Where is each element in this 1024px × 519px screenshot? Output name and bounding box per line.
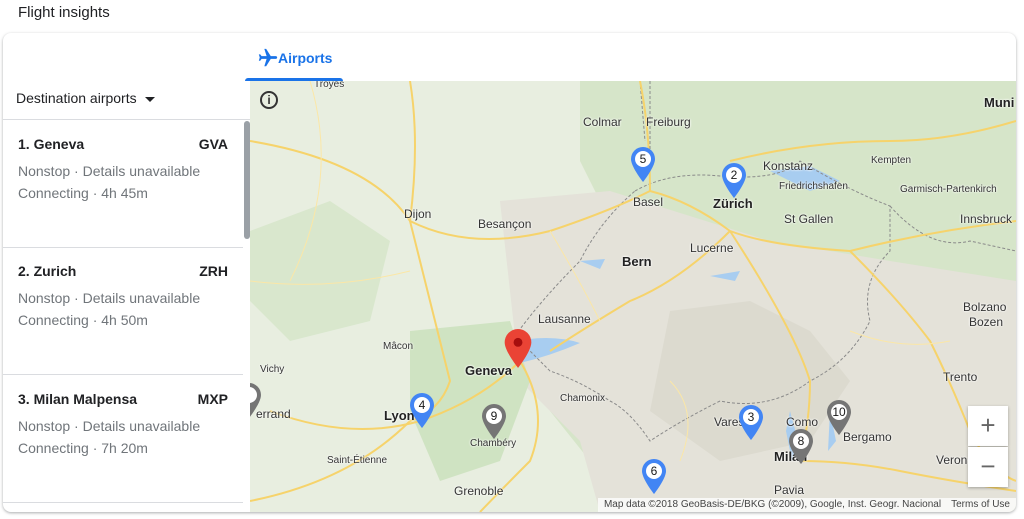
section-title: Flight insights [18,4,110,21]
place-label: Garmisch-Partenkirch [900,184,997,195]
map-marker-9[interactable]: 9 [481,404,507,440]
place-label: Friedrichshafen [779,181,848,192]
destination-name: 3. Milan Malpensa [18,391,138,407]
place-label: Bern [622,254,652,269]
map-marker-2[interactable]: 2 [721,163,747,199]
map-terrain [250,81,1016,512]
place-label: Besançon [478,217,532,231]
info-icon[interactable]: i [260,91,278,109]
destination-airports-dropdown[interactable]: Destination airports [16,90,155,106]
map-marker-6[interactable]: 6 [641,459,667,495]
destination-item-zurich[interactable]: 2. Zurich ZRH Nonstop · Details unavaila… [3,247,243,375]
place-label: Colmar [583,115,622,129]
tab-airports[interactable]: Airports [243,33,343,81]
place-label: Troyes [314,81,345,90]
attribution-text: Map data ©2018 GeoBasis-DE/BKG (©2009), … [603,499,942,510]
map-marker-5[interactable]: 5 [630,147,656,183]
nonstop-info: Nonstop · Details unavailable [18,418,201,434]
place-label: Kempten [871,155,912,166]
marker-number: 6 [650,464,658,478]
map-attribution: Map data ©2018 GeoBasis-DE/BKG (©2009), … [597,498,1016,512]
airport-code: GVA [198,136,228,152]
connecting-info: Connecting · 7h 20m [18,440,148,456]
marker-number: 4 [418,398,426,412]
place-label: Trento [943,370,978,384]
map-marker-selected-geneva[interactable] [503,329,532,368]
airport-code: ZRH [199,263,228,279]
flight-insights-card: Airports Destination airports 1. Geneva … [3,33,1016,512]
place-label: Konstanz [763,159,814,173]
map-marker-partial[interactable] [250,383,262,419]
map-marker-10[interactable]: 10 [826,400,852,436]
marker-number: 8 [797,434,805,448]
dropdown-label: Destination airports [16,90,137,106]
map-marker-8[interactable]: 8 [788,429,814,465]
destination-item-geneva[interactable]: 1. Geneva GVA Nonstop · Details unavaila… [3,120,243,248]
place-label: Freiburg [646,115,691,129]
destination-list[interactable]: 1. Geneva GVA Nonstop · Details unavaila… [3,119,250,512]
marker-number: 2 [730,168,738,182]
destination-name: 1. Geneva [18,136,85,152]
place-label: Como [786,415,819,429]
nonstop-info: Nonstop · Details unavailable [18,290,201,306]
place-label: Muni [984,95,1015,110]
caret-down-icon [144,96,155,102]
place-label: Lausanne [538,312,591,326]
tab-bar: Airports [245,33,1016,81]
nonstop-info: Nonstop · Details unavailable [18,163,201,179]
connecting-info: Connecting · 4h 45m [18,185,148,201]
map-marker-3[interactable]: 3 [738,405,764,441]
marker-number: 3 [747,410,755,424]
place-label: Dijon [404,207,432,221]
marker-number: 9 [490,409,498,423]
destination-item-milan-malpensa[interactable]: 3. Milan Malpensa MXP Nonstop · Details … [3,375,243,503]
marker-number: 5 [639,152,647,166]
marker-number: 10 [832,405,846,419]
place-label: Grenoble [454,484,504,498]
map-pin-icon [250,383,261,417]
place-label: Pavia [774,483,805,497]
zoom-in-button[interactable]: + [968,406,1008,446]
map[interactable]: Troyes Muni Colmar Freiburg Konstanz Kem… [250,81,1016,512]
place-label: Saint-Étienne [327,455,388,466]
tab-label: Airports [278,50,333,66]
place-label: Bozen [969,315,1004,329]
place-label: Mâcon [383,341,414,352]
map-marker-4[interactable]: 4 [409,393,435,429]
place-label: St Gallen [784,212,834,226]
connecting-info: Connecting · 4h 50m [18,312,148,328]
place-label: Innsbruck [960,212,1013,226]
terms-of-use-link[interactable]: Terms of Use [951,499,1010,510]
place-label: Chamonix [560,393,606,404]
airport-code: MXP [197,391,228,407]
zoom-out-button[interactable]: − [968,447,1008,487]
place-label: Lucerne [690,241,734,255]
airplane-icon [258,48,278,67]
place-label: Vichy [260,364,285,375]
place-label: Basel [633,195,664,209]
place-label: Bolzano [963,300,1007,314]
map-pin-icon [504,329,532,368]
destination-name: 2. Zurich [18,263,77,279]
